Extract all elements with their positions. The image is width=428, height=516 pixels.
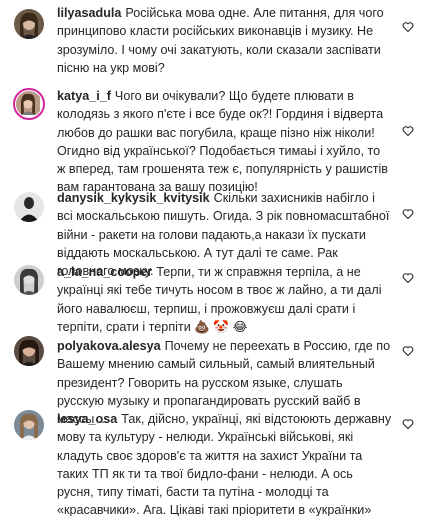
avatar[interactable]	[13, 88, 45, 120]
avatar[interactable]	[14, 410, 44, 440]
comment-username[interactable]: lilyasadula	[57, 6, 121, 20]
heart-outline-icon[interactable]	[402, 272, 414, 284]
avatar[interactable]	[14, 265, 44, 295]
comment-text: lilyasadula Російська мова одне. Але пита…	[57, 4, 392, 77]
heart-outline-icon[interactable]	[402, 21, 414, 33]
comment-body: Так, дійсно, українці, які відстоюють де…	[57, 412, 392, 516]
comment-text: a_la_na_cooper Терпи, ти ж справжня терпі…	[57, 263, 392, 336]
comment-text: lesya_osa Так, дійсно, українці, які відс…	[57, 410, 392, 516]
heart-outline-icon[interactable]	[402, 125, 414, 137]
comment-username[interactable]: katya_i_f	[57, 89, 111, 103]
comment-text: katya_i_f Чого ви очікували? Що будете пл…	[57, 87, 392, 197]
heart-outline-icon[interactable]	[402, 208, 414, 220]
comment-username[interactable]: a_la_na_cooper	[57, 265, 152, 279]
comment-username[interactable]: lesya_osa	[57, 412, 117, 426]
comment-username[interactable]: danysik_kykysik_kvitysik	[57, 191, 210, 205]
avatar[interactable]	[14, 192, 44, 222]
avatar[interactable]	[14, 336, 44, 366]
heart-outline-icon[interactable]	[402, 345, 414, 357]
comment-body: Чого ви очікували? Що будете плювати в к…	[57, 89, 388, 195]
avatar[interactable]	[14, 9, 44, 39]
comments-list: lilyasadula Російська мова одне. Але пита…	[0, 0, 428, 516]
comment-username[interactable]: polyakova.alesya	[57, 339, 161, 353]
heart-outline-icon[interactable]	[402, 418, 414, 430]
